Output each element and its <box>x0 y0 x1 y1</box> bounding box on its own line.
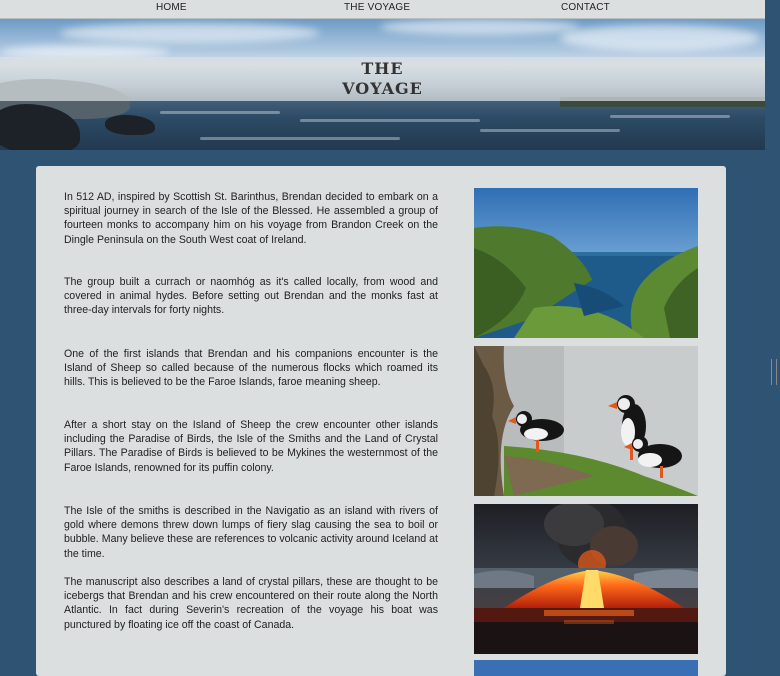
hero-banner: THE VOYAGE <box>0 19 765 150</box>
nav-link-home[interactable]: HOME <box>156 2 187 13</box>
paragraph-1: In 512 AD, inspired by Scottish St. Bari… <box>64 191 438 246</box>
page-title: THE VOYAGE <box>0 59 765 99</box>
puffins-image <box>474 346 698 496</box>
paragraph-4: After a short stay on the Island of Shee… <box>64 419 438 474</box>
paragraph-2: The group built a currach or naomhóg as … <box>64 276 438 317</box>
content-card: In 512 AD, inspired by Scottish St. Bari… <box>36 166 726 676</box>
page-title-line-1: THE <box>361 59 404 78</box>
top-nav: HOME THE VOYAGE CONTACT <box>0 0 765 19</box>
coastal-cliffs-image <box>474 188 698 338</box>
partial-image <box>474 660 698 676</box>
paragraph-5: The Isle of the smiths is described in t… <box>64 505 438 560</box>
paragraph-3: One of the first islands that Brendan an… <box>64 348 438 389</box>
scrollbar-handle[interactable] <box>771 359 777 385</box>
nav-link-the-voyage[interactable]: THE VOYAGE <box>344 2 410 13</box>
page-title-line-2: VOYAGE <box>342 79 423 98</box>
paragraph-6: The manuscript also describes a land of … <box>64 576 438 631</box>
volcano-image <box>474 504 698 654</box>
nav-link-contact[interactable]: CONTACT <box>561 2 610 13</box>
